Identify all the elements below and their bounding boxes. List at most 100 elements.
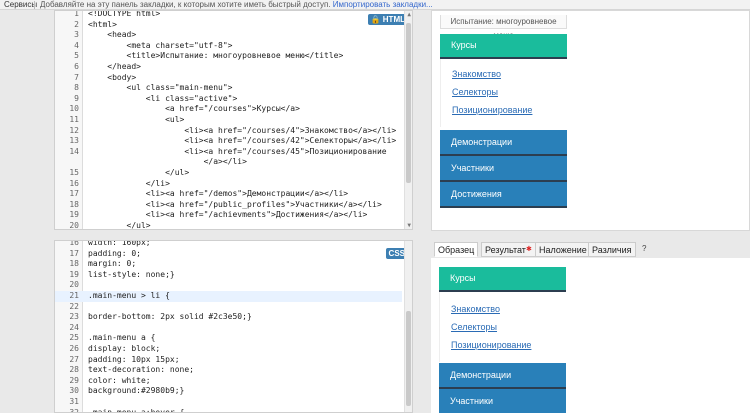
menu-item-label: Курсы bbox=[451, 40, 477, 50]
preview-bottom: Курсы Знакомство Селекторы Позиционирова… bbox=[431, 258, 750, 413]
line-code: </a></li> bbox=[88, 157, 247, 167]
tab-sample[interactable]: Образец bbox=[434, 242, 479, 257]
submenu-link-intro[interactable]: Знакомство bbox=[451, 304, 500, 314]
line-number: 13 bbox=[69, 136, 79, 146]
line-number: 16 bbox=[69, 178, 79, 188]
menu-item-participants[interactable]: Участники bbox=[440, 156, 567, 182]
line-code: color: white; bbox=[88, 375, 151, 385]
submenu-link-selectors[interactable]: Селекторы bbox=[451, 322, 497, 332]
menu-item-label: Участники bbox=[451, 163, 494, 173]
submenu-link-positioning[interactable]: Позиционирование bbox=[451, 340, 531, 350]
services-link[interactable]: Сервисы bbox=[4, 0, 37, 9]
code-line[interactable]: 17 padding: 0; bbox=[55, 249, 402, 260]
code-line[interactable]: 24 bbox=[55, 323, 402, 334]
code-line[interactable]: 20 bbox=[55, 280, 402, 291]
code-line[interactable]: 19 <li><a href="/achievments">Достижения… bbox=[55, 210, 402, 221]
line-code: <li><a href="/courses/42">Селекторы</a><… bbox=[88, 136, 397, 146]
code-line[interactable]: 8 <ul class="main-menu"> bbox=[55, 83, 402, 94]
scroll-down-icon[interactable]: ▼ bbox=[407, 222, 411, 229]
line-number: 11 bbox=[69, 115, 79, 124]
code-line[interactable]: 16 </li> bbox=[55, 179, 402, 190]
code-line[interactable]: 31 bbox=[55, 397, 402, 408]
import-bookmarks-link[interactable]: Импортировать закладки... bbox=[333, 0, 433, 9]
line-number: 16 bbox=[69, 240, 79, 247]
code-line[interactable]: 26 display: block; bbox=[55, 344, 402, 355]
page-title: Испытание: многоуровневое меню bbox=[440, 15, 567, 40]
html-scroll-thumb[interactable] bbox=[406, 23, 411, 183]
code-line[interactable]: 27 padding: 10px 15px; bbox=[55, 355, 402, 366]
css-editor[interactable]: 16 width: 160px; 17 padding: 0; 18 margin: 0;… bbox=[54, 240, 413, 413]
html-editor[interactable]: 1 <!DOCTYPE html> 2 <html> 3 <head> 4 <meta c… bbox=[54, 10, 413, 230]
menu-item-label: Достижения bbox=[451, 189, 502, 199]
css-scroll-thumb[interactable] bbox=[406, 311, 411, 406]
line-code: <li><a href="/achievments">Достижения</a… bbox=[88, 210, 368, 220]
menu-item-demos[interactable]: Демонстрации bbox=[440, 130, 567, 156]
bookmarks-separator bbox=[34, 1, 35, 9]
changed-marker-icon: ✱ bbox=[525, 246, 532, 253]
tab-overlay[interactable]: Наложение bbox=[535, 242, 591, 257]
code-line[interactable]: 9 <li class="active"> bbox=[55, 94, 402, 105]
html-badge: 🔒 HTML bbox=[367, 14, 408, 25]
code-line[interactable]: 5 <title>Испытание: многоуровневое меню<… bbox=[55, 51, 402, 62]
code-line[interactable]: 10 <a href="/courses">Курсы</a> bbox=[55, 104, 402, 115]
code-line[interactable]: 4 <meta charset="utf-8"> bbox=[55, 41, 402, 52]
code-line[interactable]: 17 <li><a href="/demos">Демонстрации</a>… bbox=[55, 189, 402, 200]
html-scrollbar[interactable]: ▲ ▼ bbox=[404, 11, 412, 229]
help-icon[interactable]: ? bbox=[642, 242, 646, 257]
line-number: 29 bbox=[69, 375, 79, 385]
line-code: <ul> bbox=[88, 115, 185, 124]
code-line[interactable]: 25 .main-menu a { bbox=[55, 333, 402, 344]
code-line[interactable]: 23 border-bottom: 2px solid #2c3e50;} bbox=[55, 312, 402, 323]
menu-item-courses[interactable]: Курсы bbox=[439, 267, 566, 292]
code-line[interactable]: 6 </head> bbox=[55, 62, 402, 73]
line-code: </ul> bbox=[88, 168, 190, 177]
code-line[interactable]: 12 <li><a href="/courses/4">Знакомство</… bbox=[55, 126, 402, 137]
code-line[interactable]: 20 </ul> bbox=[55, 221, 402, 229]
menu-item-demos[interactable]: Демонстрации bbox=[439, 363, 566, 389]
scroll-up-icon[interactable]: ▲ bbox=[407, 11, 411, 18]
line-code: list-style: none;} bbox=[88, 269, 175, 279]
code-line[interactable]: 18 <li><a href="/public_profiles">Участн… bbox=[55, 200, 402, 211]
line-code: padding: 10px 15px; bbox=[88, 354, 180, 364]
code-line[interactable]: 19 list-style: none;} bbox=[55, 270, 402, 281]
code-line[interactable]: 14 <li><a href="/courses/45">Позициониро… bbox=[55, 147, 402, 158]
code-line[interactable]: 2 <html> bbox=[55, 20, 402, 31]
code-line[interactable]: 32 .main-menu a:hover { bbox=[55, 407, 402, 413]
line-number: 24 bbox=[69, 322, 79, 332]
menu-item-participants[interactable]: Участники bbox=[439, 389, 566, 413]
tab-result[interactable]: Результат✱ bbox=[481, 242, 536, 257]
code-line[interactable]: 21 .main-menu > li { bbox=[55, 291, 402, 302]
code-line[interactable]: 7 <body> bbox=[55, 73, 402, 84]
submenu-link-intro[interactable]: Знакомство bbox=[452, 69, 501, 79]
line-code: text-decoration: none; bbox=[88, 365, 194, 375]
code-line[interactable]: 16 width: 160px; bbox=[55, 240, 402, 249]
css-scrollbar[interactable] bbox=[404, 241, 412, 412]
submenu: Знакомство Селекторы Позиционирование bbox=[440, 59, 567, 127]
code-line[interactable]: 15 </ul> bbox=[55, 168, 402, 179]
code-line[interactable]: 29 color: white; bbox=[55, 376, 402, 387]
code-line[interactable]: 30 background:#2980b9;} bbox=[55, 386, 402, 397]
sample-menu: Курсы Знакомство Селекторы Позиционирова… bbox=[439, 267, 566, 413]
line-code: width: 160px; bbox=[88, 240, 151, 247]
code-line[interactable]: 11 <ul> bbox=[55, 115, 402, 126]
code-line[interactable]: 18 margin: 0; bbox=[55, 259, 402, 270]
tab-diff[interactable]: Различия bbox=[588, 242, 636, 257]
code-line[interactable]: 3 <head> bbox=[55, 30, 402, 41]
line-code: background:#2980b9;} bbox=[88, 386, 185, 396]
code-line[interactable]: 1 <!DOCTYPE html> bbox=[55, 11, 402, 20]
line-number: 30 bbox=[69, 386, 79, 396]
code-line[interactable]: 13 <li><a href="/courses/42">Селекторы</… bbox=[55, 136, 402, 147]
code-line[interactable]: 28 text-decoration: none; bbox=[55, 365, 402, 376]
submenu-link-selectors[interactable]: Селекторы bbox=[452, 87, 498, 97]
line-number: 9 bbox=[74, 93, 79, 103]
menu-item-achievements[interactable]: Достижения bbox=[440, 182, 567, 208]
code-line[interactable]: 22 bbox=[55, 302, 402, 313]
line-number: 25 bbox=[69, 333, 79, 343]
submenu-link-positioning[interactable]: Позиционирование bbox=[452, 105, 532, 115]
line-number: 32 bbox=[69, 407, 79, 413]
menu-item-courses[interactable]: Курсы bbox=[440, 34, 567, 59]
code-line[interactable]: </a></li> bbox=[55, 157, 402, 168]
line-number: 28 bbox=[69, 365, 79, 375]
line-number: 14 bbox=[69, 146, 79, 156]
line-number: 17 bbox=[69, 248, 79, 258]
